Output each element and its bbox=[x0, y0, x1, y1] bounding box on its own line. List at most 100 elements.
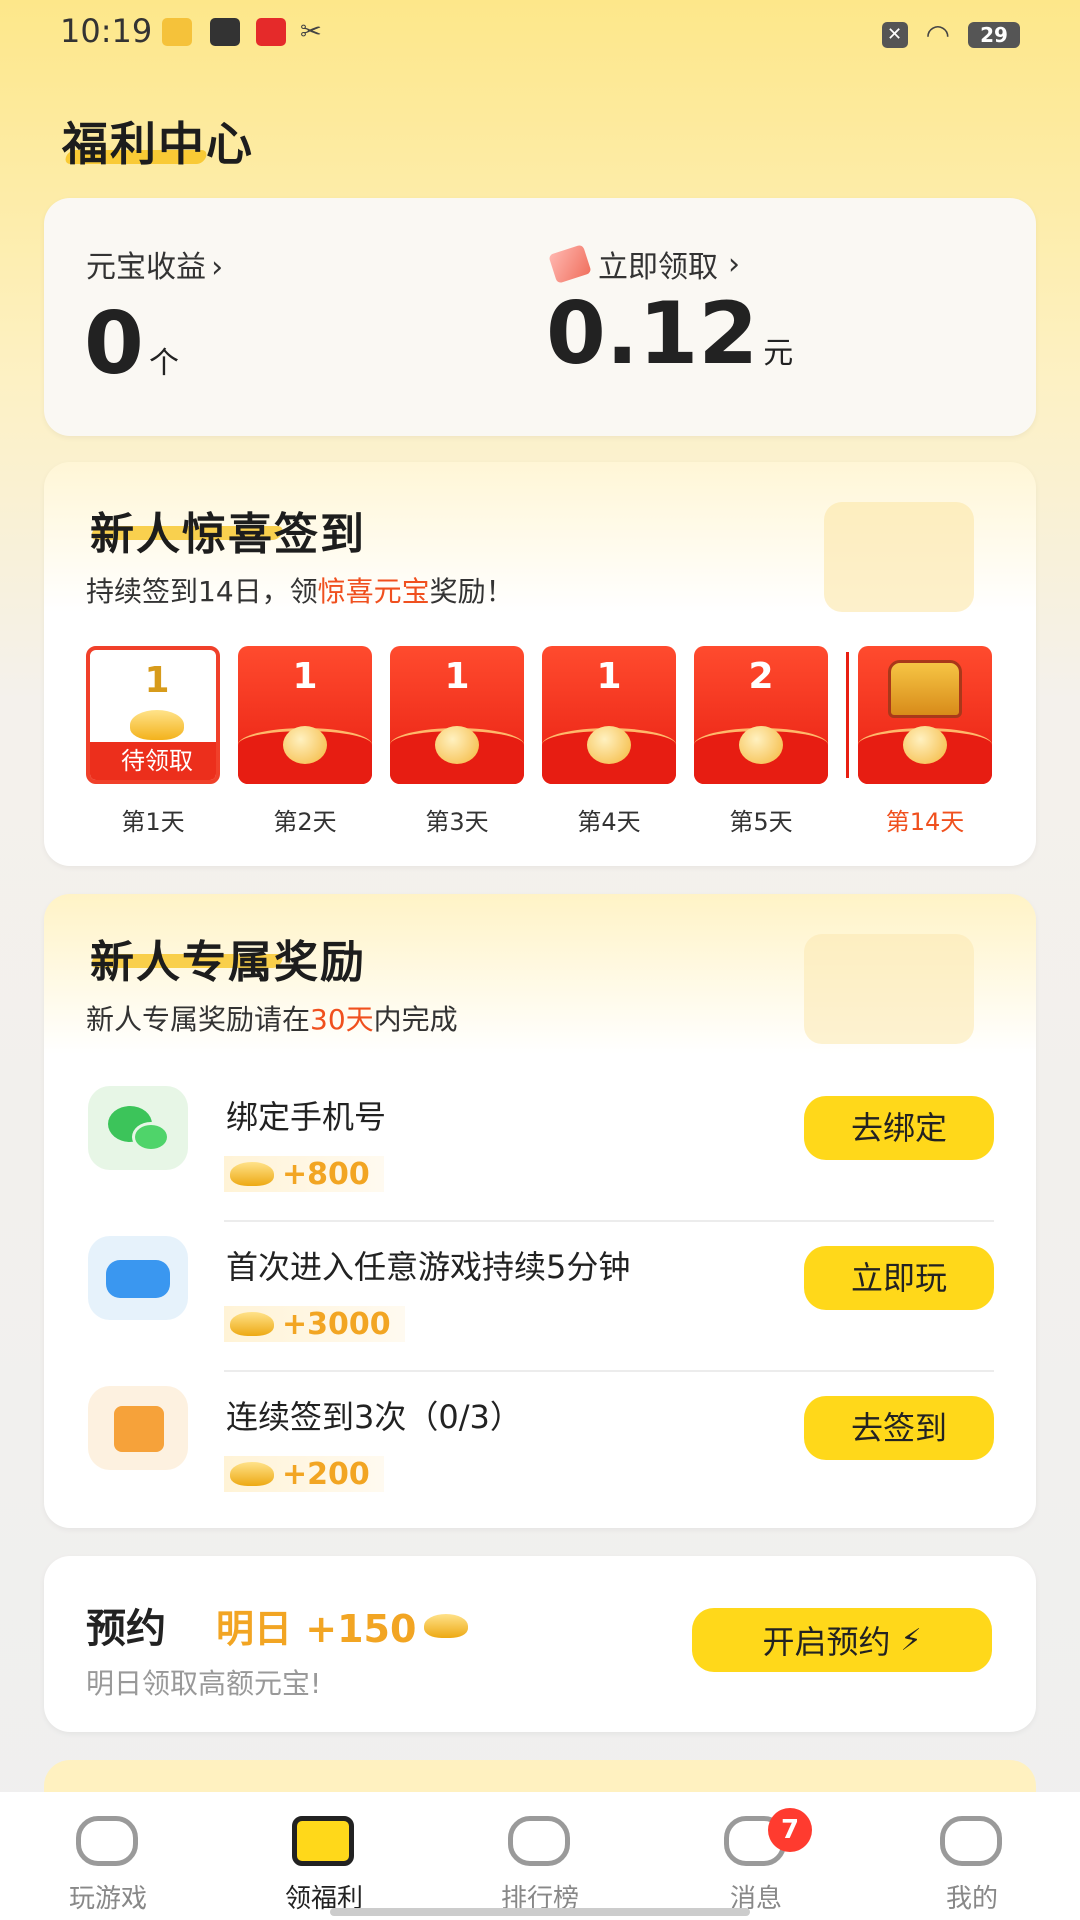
gamepad-icon bbox=[88, 1236, 188, 1320]
task-reward-value: +800 bbox=[282, 1156, 370, 1192]
day-label: 第5天 bbox=[729, 808, 793, 836]
signin-day-5[interactable]: 2 bbox=[694, 646, 828, 784]
sim-icon: ✕ bbox=[881, 21, 908, 48]
task-title: 首次进入任意游戏持续5分钟 bbox=[226, 1248, 631, 1286]
ranking-icon bbox=[508, 1816, 570, 1866]
calendar-decoration-icon bbox=[824, 502, 974, 612]
wifi-icon: ◠ bbox=[925, 18, 950, 51]
gold-ingot-icon bbox=[424, 1613, 469, 1638]
reserve-subtitle: 明日领取高额元宝! bbox=[86, 1667, 322, 1700]
coin-icon bbox=[587, 726, 631, 764]
nav-label: 我的 bbox=[945, 1884, 998, 1914]
coin-icon bbox=[739, 726, 783, 764]
bind-phone-button[interactable]: 去绑定 bbox=[804, 1096, 994, 1160]
task-reward-value: +3000 bbox=[282, 1306, 391, 1342]
signin-day-3[interactable]: 1 bbox=[390, 646, 524, 784]
status-bar: 10:19 ✂ ✕ ◠ 29 bbox=[0, 0, 1080, 70]
signin-day-14[interactable] bbox=[858, 646, 992, 784]
nav-item-play-games[interactable]: 玩游戏 bbox=[0, 1792, 216, 1920]
cash-amount: 0.12 bbox=[546, 284, 759, 384]
coin-icon bbox=[435, 726, 479, 764]
gift-decoration-icon bbox=[804, 934, 974, 1044]
day-amount: 1 bbox=[596, 656, 622, 697]
treasure-chest-icon bbox=[888, 660, 962, 718]
gold-ingot-icon bbox=[230, 1462, 274, 1486]
day-amount: 2 bbox=[748, 656, 774, 697]
earnings-card: 元宝收益 › 0 个 立即领取 › 0.12 元 bbox=[44, 198, 1036, 436]
day-label: 第3天 bbox=[425, 808, 489, 836]
xiaohongshu-app-icon bbox=[256, 18, 286, 46]
pending-claim-label: 待领取 bbox=[90, 742, 216, 780]
task-reward: +200 bbox=[224, 1456, 384, 1492]
status-right: ✕ ◠ 29 bbox=[881, 18, 1020, 51]
claim-cash-link[interactable]: 立即领取 › bbox=[548, 242, 740, 286]
signin-title: 新人惊喜签到 bbox=[90, 509, 366, 560]
coin-icon bbox=[903, 726, 947, 764]
new-user-rewards-card: 新人专属奖励 新人专属奖励请在30天内完成 绑定手机号 +800 去绑定 首次进… bbox=[44, 894, 1036, 1528]
gold-ingot-icon bbox=[130, 710, 184, 740]
ingot-count: 0 bbox=[84, 294, 144, 394]
signin-subtitle: 持续签到14日，领惊喜元宝奖励！ bbox=[86, 570, 514, 610]
battery-icon: 29 bbox=[968, 21, 1020, 48]
gold-ingot-icon bbox=[230, 1162, 274, 1186]
task-title: 连续签到3次（0/3） bbox=[226, 1398, 522, 1436]
signin-subtitle-text: 持续签到14日，领 bbox=[86, 575, 318, 608]
bottom-nav: 玩游戏 领福利 排行榜 消息 我的 bbox=[0, 1792, 1080, 1920]
nav-item-profile[interactable]: 我的 bbox=[864, 1792, 1080, 1920]
signin-day-4[interactable]: 1 bbox=[542, 646, 676, 784]
ingot-earnings-label: 元宝收益 bbox=[86, 250, 206, 285]
rewards-title: 新人专属奖励 bbox=[90, 937, 366, 988]
task-reward: +3000 bbox=[224, 1306, 405, 1342]
lightning-icon: ⚡ bbox=[900, 1622, 922, 1658]
signin-day-1[interactable]: 1 待领取 bbox=[86, 646, 220, 784]
day-amount: 1 bbox=[444, 656, 470, 697]
divider bbox=[224, 1220, 994, 1222]
nav-label: 玩游戏 bbox=[68, 1884, 147, 1914]
red-envelope-icon bbox=[548, 244, 592, 284]
day-separator bbox=[846, 652, 849, 778]
play-now-button[interactable]: 立即玩 bbox=[804, 1246, 994, 1310]
tools-icon: ✂ bbox=[300, 17, 322, 47]
reserve-card: 预约 明日 +150 明日领取高额元宝! 开启预约 ⚡ bbox=[44, 1556, 1036, 1732]
reserve-title: 预约 bbox=[86, 1606, 166, 1652]
task-reward: +800 bbox=[224, 1156, 384, 1192]
page-title: 福利中心 bbox=[62, 117, 254, 171]
weibo-app-icon bbox=[162, 18, 192, 46]
reserve-bonus: 明日 +150 bbox=[216, 1598, 469, 1653]
checkin-button[interactable]: 去签到 bbox=[804, 1396, 994, 1460]
enable-reserve-button[interactable]: 开启预约 ⚡ bbox=[692, 1608, 992, 1672]
rewards-subtitle-highlight: 30天 bbox=[310, 1003, 374, 1036]
message-badge: 7 bbox=[768, 1808, 812, 1852]
day-label: 第2天 bbox=[273, 808, 337, 836]
gift-icon bbox=[292, 1816, 354, 1866]
chevron-right-icon: › bbox=[728, 246, 740, 282]
day-amount: 1 bbox=[144, 660, 170, 701]
day-amount: 1 bbox=[292, 656, 318, 697]
task-reward-value: +200 bbox=[282, 1456, 370, 1492]
home-indicator[interactable] bbox=[330, 1908, 750, 1916]
rewards-subtitle-text: 新人专属奖励请在 bbox=[86, 1003, 311, 1036]
chevron-right-icon: › bbox=[211, 250, 224, 285]
reserve-bonus-value: 明日 +150 bbox=[216, 1607, 417, 1651]
cash-unit: 元 bbox=[763, 336, 794, 371]
day-label-final: 第14天 bbox=[885, 808, 965, 836]
task-title: 绑定手机号 bbox=[226, 1098, 387, 1136]
ingot-earnings-link[interactable]: 元宝收益 › bbox=[86, 242, 223, 286]
wechat-icon bbox=[88, 1086, 188, 1170]
nav-item-messages[interactable]: 消息 bbox=[648, 1792, 864, 1920]
ingot-unit: 个 bbox=[148, 346, 179, 381]
nav-item-ranking[interactable]: 排行榜 bbox=[432, 1792, 648, 1920]
cash-value: 0.12 元 bbox=[546, 284, 793, 384]
video-app-icon bbox=[210, 18, 240, 46]
claim-cash-label: 立即领取 bbox=[598, 250, 718, 285]
gamepad-icon bbox=[76, 1816, 138, 1866]
divider bbox=[224, 1370, 994, 1372]
status-time: 10:19 bbox=[60, 12, 153, 50]
signin-subtitle-end: 奖励！ bbox=[429, 575, 514, 608]
signin-day-2[interactable]: 1 bbox=[238, 646, 372, 784]
enable-reserve-label: 开启预约 bbox=[762, 1623, 891, 1661]
gold-ingot-icon bbox=[230, 1312, 274, 1336]
nav-item-rewards[interactable]: 领福利 bbox=[216, 1792, 432, 1920]
calendar-check-icon bbox=[88, 1386, 188, 1470]
coin-icon bbox=[283, 726, 327, 764]
